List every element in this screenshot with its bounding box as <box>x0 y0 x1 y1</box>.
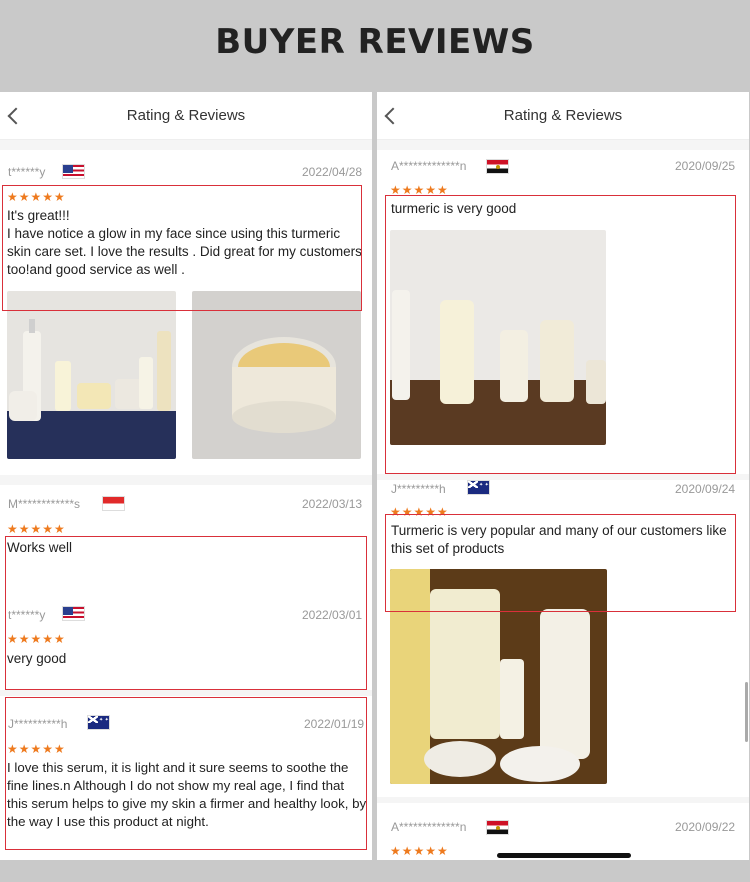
scrollbar[interactable] <box>745 682 748 742</box>
review-body: I love this serum, it is light and it su… <box>7 760 367 829</box>
home-indicator[interactable] <box>497 853 631 858</box>
divider <box>0 690 372 696</box>
review-author: t******y <box>8 608 46 622</box>
review-photo-products[interactable] <box>390 230 606 445</box>
review-body: turmeric is very good <box>391 201 517 216</box>
australia-flag-icon <box>87 715 110 730</box>
egypt-flag-icon <box>486 820 509 835</box>
review-date: 2022/03/13 <box>302 497 363 511</box>
review-author: M************s <box>8 497 81 511</box>
rating-stars: ★★★★★ <box>390 183 449 197</box>
divider <box>377 474 749 480</box>
divider <box>377 797 749 803</box>
review-date: 2022/01/19 <box>304 717 365 731</box>
review-photo-jar[interactable] <box>192 291 361 459</box>
review-author: A*************n <box>391 820 467 834</box>
review-author: J**********h <box>8 717 68 731</box>
page-title: Rating & Reviews <box>126 107 246 124</box>
review-date: 2020/09/24 <box>675 482 736 496</box>
indonesia-flag-icon <box>102 496 125 511</box>
rating-stars: ★★★★★ <box>7 190 66 204</box>
divider <box>0 475 372 485</box>
review-photo-products[interactable] <box>7 291 176 459</box>
review-body: Works well <box>7 540 73 555</box>
review-photo-products[interactable] <box>390 569 607 784</box>
us-flag-icon <box>62 164 85 179</box>
page-title: Rating & Reviews <box>503 107 623 124</box>
review-author: t******y <box>8 165 46 179</box>
review-author: A*************n <box>391 159 467 173</box>
rating-stars: ★★★★★ <box>7 522 66 536</box>
review-body: I have notice a glow in my face since us… <box>7 226 362 277</box>
divider <box>377 140 749 150</box>
top-bar: Rating & Reviews <box>0 92 372 140</box>
top-bar: Rating & Reviews <box>377 92 749 140</box>
rating-stars: ★★★★★ <box>7 742 66 756</box>
review-body: Turmeric is very popular and many of our… <box>391 523 727 556</box>
review-title: It's great!!! <box>7 208 70 223</box>
left-phone-screen: Rating & Reviews t******y 2022/04/28 ★★★… <box>0 92 372 860</box>
review-body: very good <box>7 651 67 666</box>
review-date: 2022/04/28 <box>302 165 363 179</box>
australia-flag-icon <box>467 480 490 495</box>
review-author: J*********h <box>391 482 446 496</box>
egypt-flag-icon <box>486 159 509 174</box>
rating-stars: ★★★★★ <box>390 844 449 858</box>
banner-title: BUYER REVIEWS <box>215 22 535 62</box>
us-flag-icon <box>62 606 85 621</box>
rating-stars: ★★★★★ <box>390 505 449 519</box>
rating-stars: ★★★★★ <box>7 632 66 646</box>
right-phone-screen: Rating & Reviews A*************n 2020/09… <box>377 92 749 860</box>
divider <box>0 140 372 150</box>
review-date: 2020/09/22 <box>675 820 736 834</box>
review-date: 2020/09/25 <box>675 159 736 173</box>
review-date: 2022/03/01 <box>302 608 363 622</box>
